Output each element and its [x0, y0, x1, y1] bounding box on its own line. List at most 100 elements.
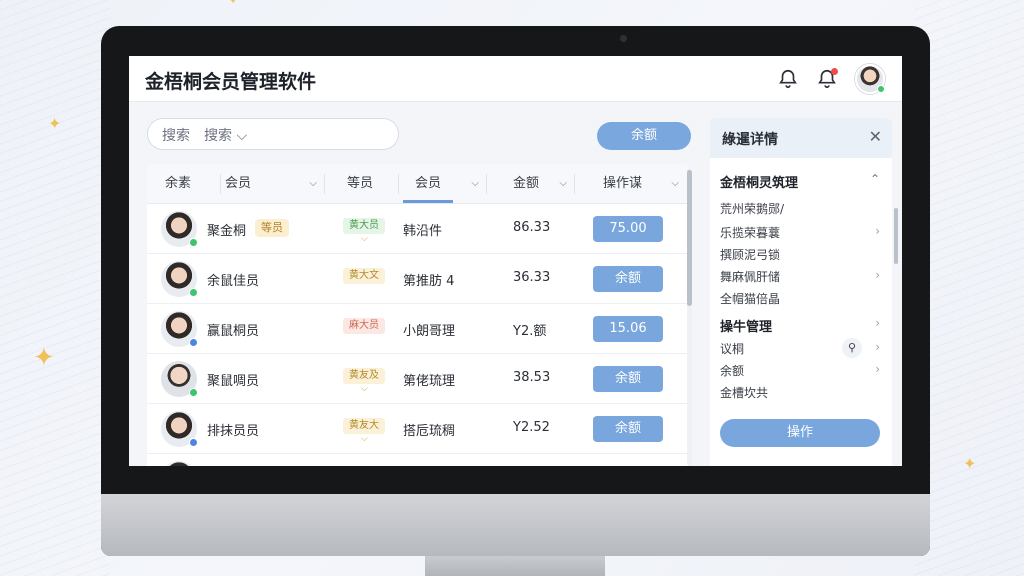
- search-label: 搜索: [162, 128, 190, 144]
- chevron-right-icon[interactable]: ›: [875, 340, 880, 354]
- member-amount: Y2.52: [513, 420, 550, 435]
- scrollbar-thumb[interactable]: [687, 170, 692, 306]
- avatar: [161, 361, 198, 397]
- table-scrollbar[interactable]: [687, 168, 692, 466]
- panel-header: 綠暹详情 ✕: [710, 118, 892, 158]
- active-column-indicator: [403, 200, 453, 203]
- column-header[interactable]: 金额 ⌵: [513, 164, 575, 204]
- background-decoration: [0, 0, 110, 576]
- member-amount: 86.33: [513, 220, 551, 235]
- status-indicator: [189, 288, 198, 297]
- panel-action-button[interactable]: 操作: [720, 419, 880, 447]
- member-amount: Y2.额: [513, 324, 547, 339]
- level-badge: 黄友大: [343, 418, 385, 434]
- panel-item[interactable]: 金槽坎共: [720, 384, 768, 401]
- member-name: 排抹员员: [207, 424, 260, 439]
- avatar: [161, 261, 198, 297]
- table-row[interactable]: [147, 454, 689, 466]
- level-badge: 黄友及: [343, 368, 385, 384]
- search-input[interactable]: 搜索 搜索 ⌵: [147, 118, 399, 150]
- member-tag: 等员: [255, 219, 289, 237]
- chevron-right-icon[interactable]: ›: [875, 268, 880, 282]
- section-title: 操牛管理: [720, 320, 773, 335]
- primary-button[interactable]: 余额: [597, 122, 691, 150]
- online-indicator: [877, 85, 885, 93]
- chevron-down-icon: ⌵: [671, 178, 679, 189]
- column-header[interactable]: 会员 ⌵: [225, 164, 325, 204]
- panel-item[interactable]: 议桐: [720, 340, 744, 357]
- column-header[interactable]: 余素: [165, 164, 221, 204]
- panel-title: 綠暹详情: [722, 132, 778, 148]
- row-action-button[interactable]: 15.06: [593, 316, 663, 342]
- detail-line: 舞麻佩肝储: [720, 270, 781, 284]
- member-amount: 36.33: [513, 270, 551, 285]
- chevron-right-icon[interactable]: ›: [875, 362, 880, 376]
- section-title: 金梧桐灵筑理: [720, 176, 799, 191]
- close-icon[interactable]: ✕: [869, 127, 882, 146]
- app-window: 金梧桐会员管理软件 搜索 搜索 ⌵ 余额 余素 会员 ⌵ 等员 会员 ⌵ 金额 ⌵ 操作…: [129, 56, 902, 466]
- notification-bell-icon[interactable]: [816, 68, 838, 90]
- detail-panel: 綠暹详情 ✕ 金梧桐灵筑理 ⌃ 荒州荣鹅郧/ 乐揽荣暮蘘 › 撰顾泥弓锁 舞麻佩…: [710, 118, 892, 466]
- row-action-button[interactable]: 75.00: [593, 216, 663, 242]
- row-action-button[interactable]: 余额: [593, 416, 663, 442]
- avatar: [161, 461, 197, 466]
- detail-line: 全帽猫倍晶: [720, 292, 781, 306]
- chevron-down-icon: ⌵: [361, 234, 368, 244]
- user-avatar[interactable]: [855, 64, 885, 94]
- table-header: 余素 会员 ⌵ 等员 会员 ⌵ 金额 ⌵ 操作谋 ⌵: [147, 164, 689, 204]
- status-indicator: [189, 338, 198, 347]
- background-decoration: [914, 0, 1024, 576]
- chevron-down-icon: ⌵: [232, 128, 248, 144]
- sparkle-icon: ✦: [48, 114, 62, 133]
- chevron-right-icon[interactable]: ›: [875, 316, 880, 330]
- sparkle-icon: ✦: [33, 343, 55, 373]
- row-action-button[interactable]: 余额: [593, 266, 663, 292]
- chevron-right-icon[interactable]: ›: [875, 224, 880, 238]
- app-header: 金梧桐会员管理软件: [129, 56, 902, 102]
- member-desc: 搭卮琉稠: [403, 424, 456, 439]
- status-indicator: [189, 438, 198, 447]
- column-header[interactable]: 操作谋 ⌵: [603, 164, 687, 204]
- row-action-button[interactable]: 余额: [593, 366, 663, 392]
- table-row[interactable]: 排抹员员 黄友大 ⌵ 搭卮琉稠 Y2.52 余额: [147, 404, 689, 454]
- member-desc: 第佬琉理: [403, 374, 456, 389]
- panel-scrollbar[interactable]: [894, 208, 898, 264]
- detail-line: 荒州荣鹅郧/: [720, 202, 785, 216]
- bell-icon[interactable]: [777, 68, 799, 90]
- member-name: 余鼠佳员: [207, 274, 260, 289]
- table-row[interactable]: 余鼠佳员 黄大文 第推肪 4 36.33 余额: [147, 254, 689, 304]
- member-name: 聚鼠啁员: [207, 374, 260, 389]
- pin-icon[interactable]: ⚲: [842, 338, 862, 358]
- sparkle-icon: ✦: [228, 0, 239, 7]
- table-row[interactable]: 聚金桐 等员 黄大员 ⌵ 韩沿件 86.33 75.00: [147, 204, 689, 254]
- chevron-down-icon: ⌵: [309, 178, 317, 189]
- avatar: [161, 311, 198, 347]
- member-name: 聚金桐: [207, 224, 247, 239]
- search-placeholder: 搜索: [204, 128, 232, 144]
- notification-badge: [831, 68, 838, 75]
- status-indicator: [189, 238, 198, 247]
- avatar: [161, 211, 198, 247]
- level-badge: 麻大员: [343, 318, 385, 334]
- chevron-down-icon: ⌵: [471, 178, 479, 189]
- avatar: [161, 411, 198, 447]
- member-desc: 韩沿件: [403, 224, 443, 239]
- level-badge: 黄大员: [343, 218, 385, 234]
- table-row[interactable]: 赢鼠桐员 麻大员 小朗哥理 Y2.额 15.06: [147, 304, 689, 354]
- column-header[interactable]: 等员: [347, 164, 399, 204]
- detail-line: 撰顾泥弓锁: [720, 248, 781, 262]
- member-table: 余素 会员 ⌵ 等员 会员 ⌵ 金额 ⌵ 操作谋 ⌵ 聚金桐 等员 黄大员 ⌵ 韩沿件 …: [147, 164, 689, 466]
- chevron-down-icon: ⌵: [361, 434, 368, 444]
- member-name: 赢鼠桐员: [207, 324, 260, 339]
- chevron-up-icon[interactable]: ⌃: [870, 172, 880, 186]
- panel-item[interactable]: 余额: [720, 362, 744, 379]
- table-row[interactable]: 聚鼠啁员 黄友及 ⌵ 第佬琉理 38.53 余额: [147, 354, 689, 404]
- column-header[interactable]: 会员 ⌵: [415, 164, 487, 204]
- app-title: 金梧桐会员管理软件: [145, 71, 317, 93]
- chevron-down-icon: ⌵: [559, 178, 567, 189]
- monitor-stand: [425, 556, 605, 576]
- sparkle-icon: ✦: [963, 454, 977, 473]
- level-badge: 黄大文: [343, 268, 385, 284]
- status-indicator: [189, 388, 198, 397]
- member-desc: 第推肪 4: [403, 274, 455, 289]
